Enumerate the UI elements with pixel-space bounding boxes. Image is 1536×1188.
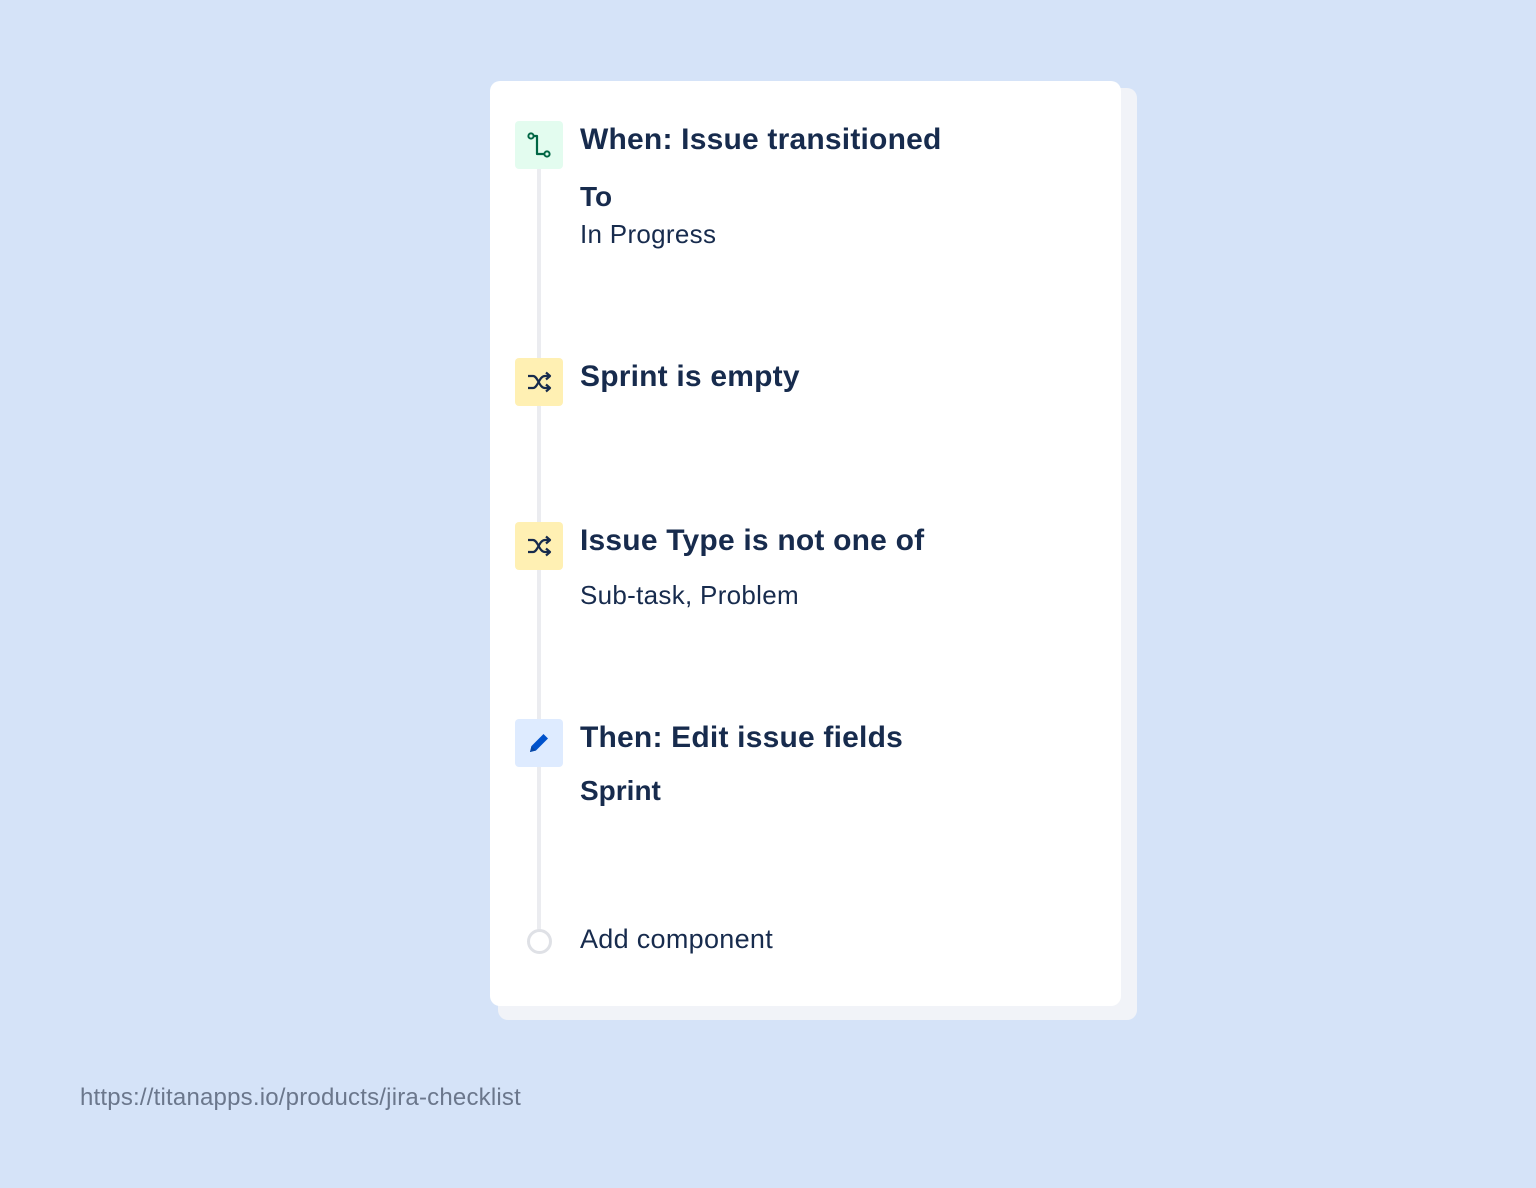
add-component-circle-icon[interactable] (527, 929, 552, 954)
add-component-button[interactable]: Add component (580, 924, 773, 955)
shuffle-icon[interactable] (515, 522, 563, 570)
condition-issue-type-title[interactable]: Issue Type is not one of (580, 524, 924, 558)
action-field-value: Sprint (580, 775, 661, 806)
action-title[interactable]: Then: Edit issue fields (580, 721, 903, 755)
trigger-to-label: To (580, 181, 613, 212)
condition-issue-type-value: Sub-task, Problem (580, 580, 799, 610)
pencil-icon[interactable] (515, 719, 563, 767)
source-url: https://titanapps.io/products/jira-check… (80, 1084, 521, 1111)
trigger-title[interactable]: When: Issue transitioned (580, 123, 942, 157)
trigger-status-value: In Progress (580, 219, 717, 249)
condition-sprint-title[interactable]: Sprint is empty (580, 360, 800, 394)
shuffle-icon[interactable] (515, 358, 563, 406)
transition-icon[interactable] (515, 121, 563, 169)
